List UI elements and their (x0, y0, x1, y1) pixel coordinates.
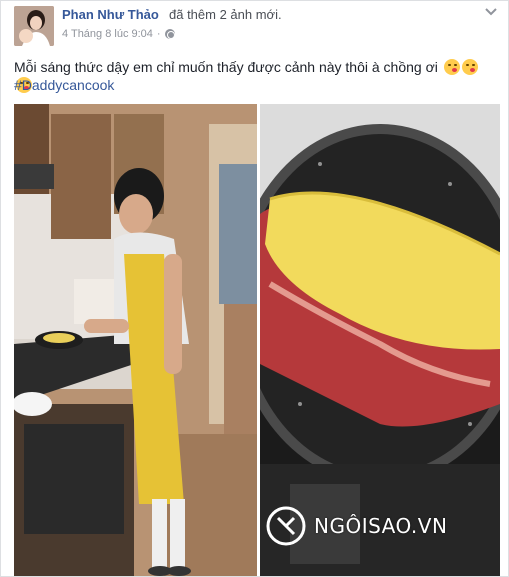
author-name-link[interactable]: Phan Như Thảo (62, 7, 159, 22)
globe-icon (164, 29, 175, 39)
kissing-face-emoji-icon (461, 59, 478, 75)
post-timestamp-link[interactable]: 4 Tháng 8 lúc 9:04 (62, 28, 153, 40)
chevron-down-icon[interactable] (484, 7, 498, 17)
ngoisao-logo-icon (266, 506, 306, 546)
facebook-post: Phan Như Thảo đã thêm 2 ảnh mới. 4 Tháng… (0, 0, 509, 577)
watermark-text: NGÔISAO.VN (314, 514, 448, 538)
caption-text: Mỗi sáng thức dậy em chỉ muốn thấy được … (14, 59, 438, 75)
kissing-face-emoji-icon (443, 59, 460, 75)
ngoisao-watermark: NGÔISAO.VN (264, 504, 447, 548)
man-cooking-in-kitchen-photo[interactable] (14, 104, 257, 576)
post-meta: 4 Tháng 8 lúc 9:04 · (62, 28, 175, 40)
author-avatar[interactable] (14, 6, 54, 46)
post-action-text: đã thêm 2 ảnh mới. (169, 7, 282, 22)
hashtag-link[interactable]: #Daddycancook (14, 77, 114, 93)
